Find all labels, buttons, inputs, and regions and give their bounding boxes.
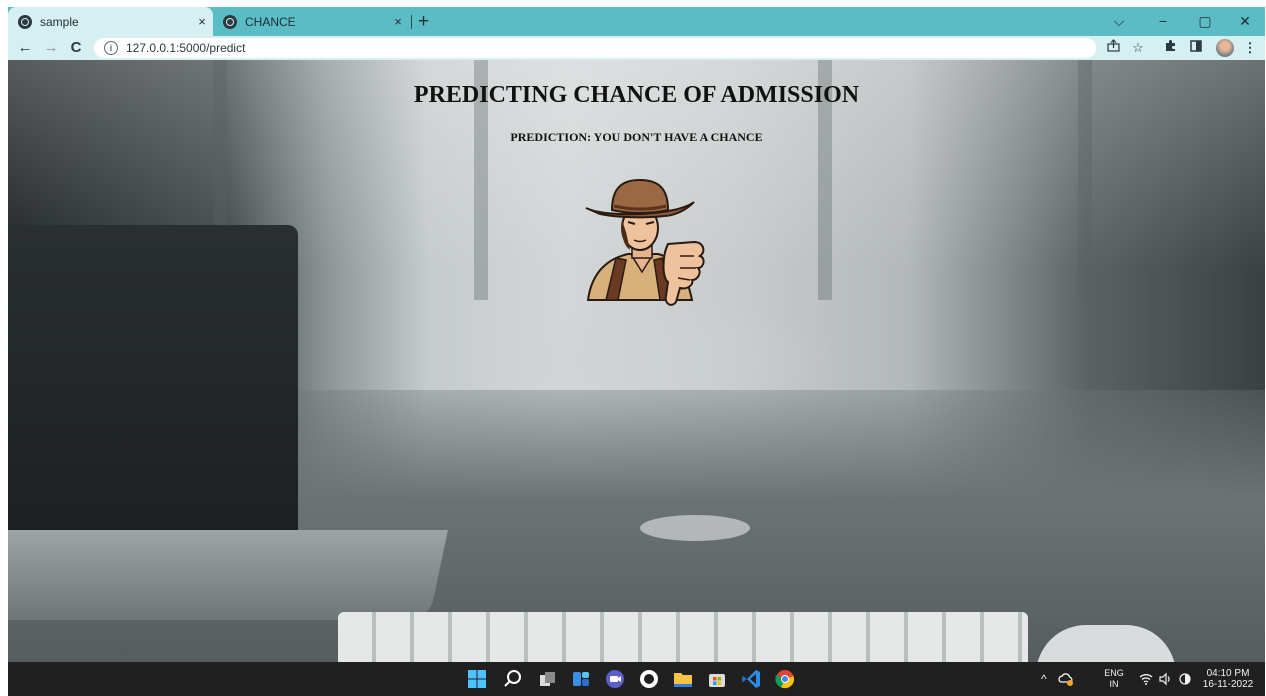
tab-label: sample (40, 14, 79, 29)
share-icon[interactable] (1103, 36, 1123, 60)
tab-chance[interactable]: CHANCE × (213, 7, 409, 36)
background-laptop-base (8, 530, 449, 620)
tab-sample[interactable]: sample × (8, 7, 213, 36)
tab-separator (411, 15, 412, 29)
task-view-icon[interactable] (536, 668, 558, 690)
region-code: IN (1109, 679, 1119, 689)
vscode-icon[interactable] (740, 668, 762, 690)
address-bar[interactable]: i 127.0.0.1:5000/predict (94, 38, 1096, 58)
windows-taskbar: ^ ENG IN 04:10 PM 16-11-2022 (8, 662, 1265, 696)
thumbs-down-cowboy-illustration (585, 178, 705, 306)
close-tab-icon[interactable]: × (191, 14, 213, 29)
battery-icon[interactable] (1178, 672, 1192, 686)
extensions-icon[interactable] (1160, 36, 1180, 60)
tab-label: CHANCE (245, 14, 296, 29)
chat-icon[interactable] (604, 668, 626, 690)
star-icon[interactable]: ☆ (1128, 36, 1148, 60)
background-keyboard (338, 612, 1028, 662)
close-window-button[interactable]: ✕ (1230, 7, 1260, 36)
clock[interactable]: 04:10 PM 16-11-2022 (1202, 668, 1254, 692)
widgets-icon[interactable] (570, 668, 592, 690)
wifi-icon[interactable] (1139, 672, 1153, 686)
profile-avatar[interactable] (1216, 39, 1234, 57)
maximize-button[interactable]: ▢ (1190, 7, 1220, 36)
background-bowl (640, 515, 750, 541)
reload-button[interactable]: C (65, 36, 87, 60)
forward-button[interactable]: → (40, 36, 62, 60)
volume-icon[interactable] (1158, 672, 1172, 686)
microsoft-store-icon[interactable] (706, 668, 728, 690)
clock-date: 16-11-2022 (1202, 679, 1254, 690)
browser-tab-strip: sample × CHANCE × + ⌵ − ▢ ✕ (8, 7, 1265, 36)
input-language[interactable]: ENG IN (1102, 668, 1126, 692)
onedrive-sync-icon[interactable] (1058, 671, 1074, 687)
windows-start-icon[interactable] (466, 668, 488, 690)
search-icon[interactable] (502, 668, 524, 690)
clock-time: 04:10 PM (1206, 668, 1250, 679)
prediction-text: PREDICTION: YOU DON'T HAVE A CHANCE (510, 130, 763, 144)
background-laptop-screen (8, 225, 298, 555)
new-tab-button[interactable]: + (418, 7, 429, 36)
page-content: PREDICTING CHANCE OF ADMISSION PREDICTIO… (8, 60, 1265, 662)
globe-icon (18, 14, 32, 29)
menu-icon[interactable]: ⋮ (1240, 36, 1260, 60)
browser-toolbar: ← → C i 127.0.0.1:5000/predict ☆ ⋮ (8, 36, 1265, 60)
minimize-button[interactable]: − (1148, 7, 1178, 36)
sidebar-icon[interactable] (1186, 36, 1206, 60)
tab-search-icon[interactable]: ⌵ (1104, 7, 1134, 36)
page-title: PREDICTING CHANCE OF ADMISSION (413, 82, 860, 108)
file-explorer-icon[interactable] (672, 668, 694, 690)
left-margin (0, 0, 8, 696)
globe-icon (223, 14, 237, 29)
show-hidden-icons[interactable]: ^ (1041, 662, 1047, 696)
site-info-icon[interactable]: i (104, 41, 118, 55)
back-button[interactable]: ← (14, 36, 36, 60)
github-desktop-icon[interactable] (638, 668, 660, 690)
url-text: 127.0.0.1:5000/predict (126, 41, 246, 55)
chrome-icon[interactable] (774, 668, 796, 690)
language-code: ENG (1104, 668, 1124, 678)
close-tab-icon[interactable]: × (387, 14, 409, 29)
